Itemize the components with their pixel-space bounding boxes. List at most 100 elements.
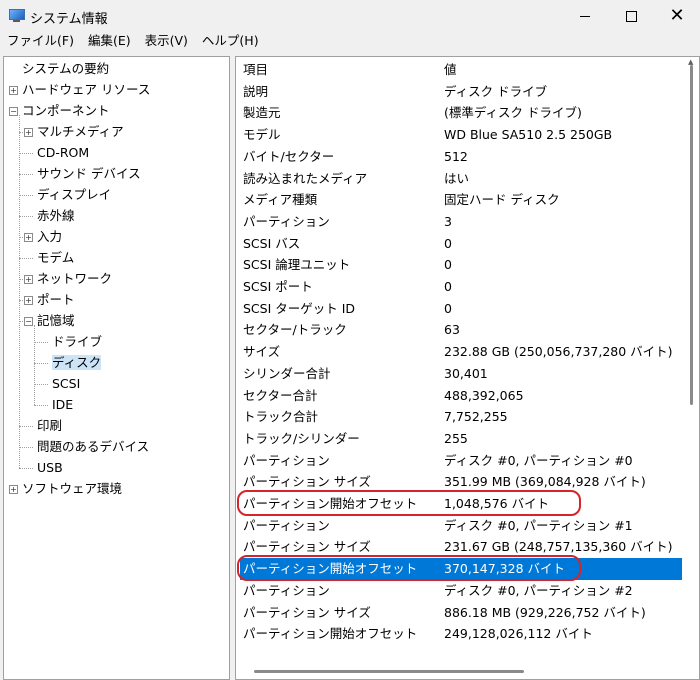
tree-item[interactable]: 赤外線 <box>37 206 75 225</box>
row-value: 512 <box>444 148 468 164</box>
tree-item-label: 問題のあるデバイス <box>37 439 150 454</box>
table-row[interactable]: パーティション ディスク #0, パーティション #0 <box>236 450 682 472</box>
menu-view[interactable]: 表示(V) <box>138 32 195 52</box>
tree-item-label: マルチメディア <box>37 124 124 139</box>
tree-item-label: ディスク <box>52 355 102 370</box>
row-value: 232.88 GB (250,056,737,280 バイト) <box>444 344 673 360</box>
tree-item[interactable]: ネットワーク <box>37 269 112 288</box>
row-item: モデル <box>243 127 281 143</box>
maximize-button[interactable] <box>608 0 654 32</box>
tree-item[interactable]: モデム <box>37 248 74 267</box>
tree-item[interactable]: システムの要約 <box>22 59 109 78</box>
details-list[interactable]: 項目 値 説明 ディスク ドライブ製造元 (標準ディスク ドライブ) モデル WD Bl… <box>235 56 700 680</box>
minimize-button[interactable] <box>562 0 608 32</box>
expand-icon[interactable]: + <box>24 128 33 137</box>
table-row[interactable]: SCSI ポート 0 <box>236 276 682 298</box>
table-row[interactable]: パーティション ディスク #0, パーティション #2 <box>236 580 682 602</box>
table-row[interactable]: SCSI バス 0 <box>236 233 682 255</box>
expand-icon[interactable]: + <box>24 233 33 242</box>
collapse-icon[interactable]: − <box>24 317 33 326</box>
menu-edit[interactable]: 編集(E) <box>81 32 138 52</box>
row-value: 886.18 MB (929,226,752 バイト) <box>444 604 646 620</box>
row-value: 7,752,255 <box>444 409 508 425</box>
tree-item-label: ハードウェア リソース <box>22 82 151 97</box>
vertical-scrollbar[interactable]: ▲ <box>685 57 699 662</box>
tree-item[interactable]: USB <box>37 458 63 477</box>
table-row[interactable]: トラック合計 7,752,255 <box>236 406 682 428</box>
expand-icon[interactable]: + <box>24 296 33 305</box>
table-row[interactable]: セクター/トラック 63 <box>236 319 682 341</box>
collapse-icon[interactable]: − <box>9 107 18 116</box>
expand-icon[interactable]: + <box>9 485 18 494</box>
tree-item[interactable]: SCSI <box>52 374 80 393</box>
row-item: 読み込まれたメディア <box>243 170 368 186</box>
tree-item[interactable]: ディスプレイ <box>37 185 111 204</box>
tree-item[interactable]: 印刷 <box>37 416 62 435</box>
row-value: 30,401 <box>444 365 488 381</box>
table-row[interactable]: パーティション サイズ 886.18 MB (929,226,752 バイト) <box>236 602 682 624</box>
tree-item[interactable]: 問題のあるデバイス <box>37 437 149 456</box>
expand-icon[interactable]: + <box>24 275 33 284</box>
row-item: SCSI ターゲット ID <box>243 300 356 316</box>
table-row[interactable]: SCSI ターゲット ID 0 <box>236 298 682 320</box>
tree-item-label: 記憶域 <box>37 313 75 328</box>
tree-item[interactable]: 入力 <box>37 227 62 246</box>
row-value: 0 <box>444 235 452 251</box>
tree-item[interactable]: サウンド デバイス <box>37 164 141 183</box>
table-row[interactable]: パーティション ディスク #0, パーティション #1 <box>236 515 682 537</box>
row-value: ディスク #0, パーティション #1 <box>444 517 633 533</box>
table-row[interactable]: バイト/セクター 512 <box>236 146 682 168</box>
tree-item[interactable]: ハードウェア リソース <box>22 80 150 99</box>
category-tree[interactable]: システムの要約 + ハードウェア リソース − コンポーネント + マルチメディア CD-RO… <box>3 56 230 680</box>
tree-item-label: ディスプレイ <box>37 187 112 202</box>
row-value: ディスク ドライブ <box>444 83 548 99</box>
tree-item[interactable]: 記憶域 <box>37 311 75 330</box>
table-row[interactable]: パーティション開始オフセット 249,128,026,112 バイト <box>236 623 682 645</box>
list-header: 項目 値 <box>236 59 682 81</box>
table-row[interactable]: 製造元 (標準ディスク ドライブ) <box>236 102 682 124</box>
tree-item-label: ポート <box>37 292 75 307</box>
tree-item-label: 印刷 <box>37 418 63 433</box>
table-row[interactable]: 説明 ディスク ドライブ <box>236 81 682 103</box>
menu-file[interactable]: ファイル(F) <box>0 32 81 52</box>
table-row[interactable]: モデル WD Blue SA510 2.5 250GB <box>236 124 682 146</box>
row-item: パーティション <box>243 452 330 468</box>
column-header-item[interactable]: 項目 <box>243 59 268 81</box>
column-header-value[interactable]: 値 <box>444 59 457 81</box>
table-row[interactable]: サイズ 232.88 GB (250,056,737,280 バイト) <box>236 341 682 363</box>
table-row[interactable]: メディア種類 固定ハード ディスク <box>236 189 682 211</box>
row-item: トラック/シリンダー <box>243 430 360 446</box>
close-button[interactable]: ✕ <box>654 0 700 32</box>
table-row[interactable]: SCSI 論理ユニット 0 <box>236 254 682 276</box>
system-info-icon <box>8 8 25 22</box>
vertical-scroll-thumb[interactable] <box>690 65 693 405</box>
horizontal-scrollbar[interactable] <box>236 662 685 679</box>
tree-item[interactable]: マルチメディア <box>37 122 124 141</box>
tree-item-label: サウンド デバイス <box>37 166 141 181</box>
tree-item[interactable]: ポート <box>37 290 75 309</box>
table-row[interactable]: パーティション 3 <box>236 211 682 233</box>
row-value: 255 <box>444 430 468 446</box>
row-value: はい <box>444 170 470 186</box>
row-value: (標準ディスク ドライブ) <box>444 105 582 121</box>
tree-item[interactable]: IDE <box>52 395 73 414</box>
table-row[interactable]: トラック/シリンダー 255 <box>236 428 682 450</box>
row-value: 0 <box>444 279 452 294</box>
row-item: パーティション開始オフセット <box>243 626 418 642</box>
row-item: 説明 <box>243 83 269 99</box>
tree-item-label: 入力 <box>37 229 63 244</box>
tree-item[interactable]: CD-ROM <box>37 143 89 162</box>
row-value: 固定ハード ディスク <box>444 192 560 208</box>
tree-item[interactable]: ドライブ <box>52 332 102 351</box>
menu-help[interactable]: ヘルプ(H) <box>195 32 266 52</box>
table-row[interactable]: 読み込まれたメディア はい <box>236 168 682 190</box>
tree-item[interactable]: コンポーネント <box>22 101 110 120</box>
tree-item[interactable]: ディスク <box>52 353 102 372</box>
row-item: 製造元 <box>243 105 281 121</box>
table-row[interactable]: シリンダー合計 30,401 <box>236 363 682 385</box>
expand-icon[interactable]: + <box>9 86 18 95</box>
horizontal-scroll-thumb[interactable] <box>254 670 524 673</box>
table-row[interactable]: セクター合計 488,392,065 <box>236 385 682 407</box>
tree-item[interactable]: ソフトウェア環境 <box>22 479 122 498</box>
maximize-icon <box>625 10 637 22</box>
